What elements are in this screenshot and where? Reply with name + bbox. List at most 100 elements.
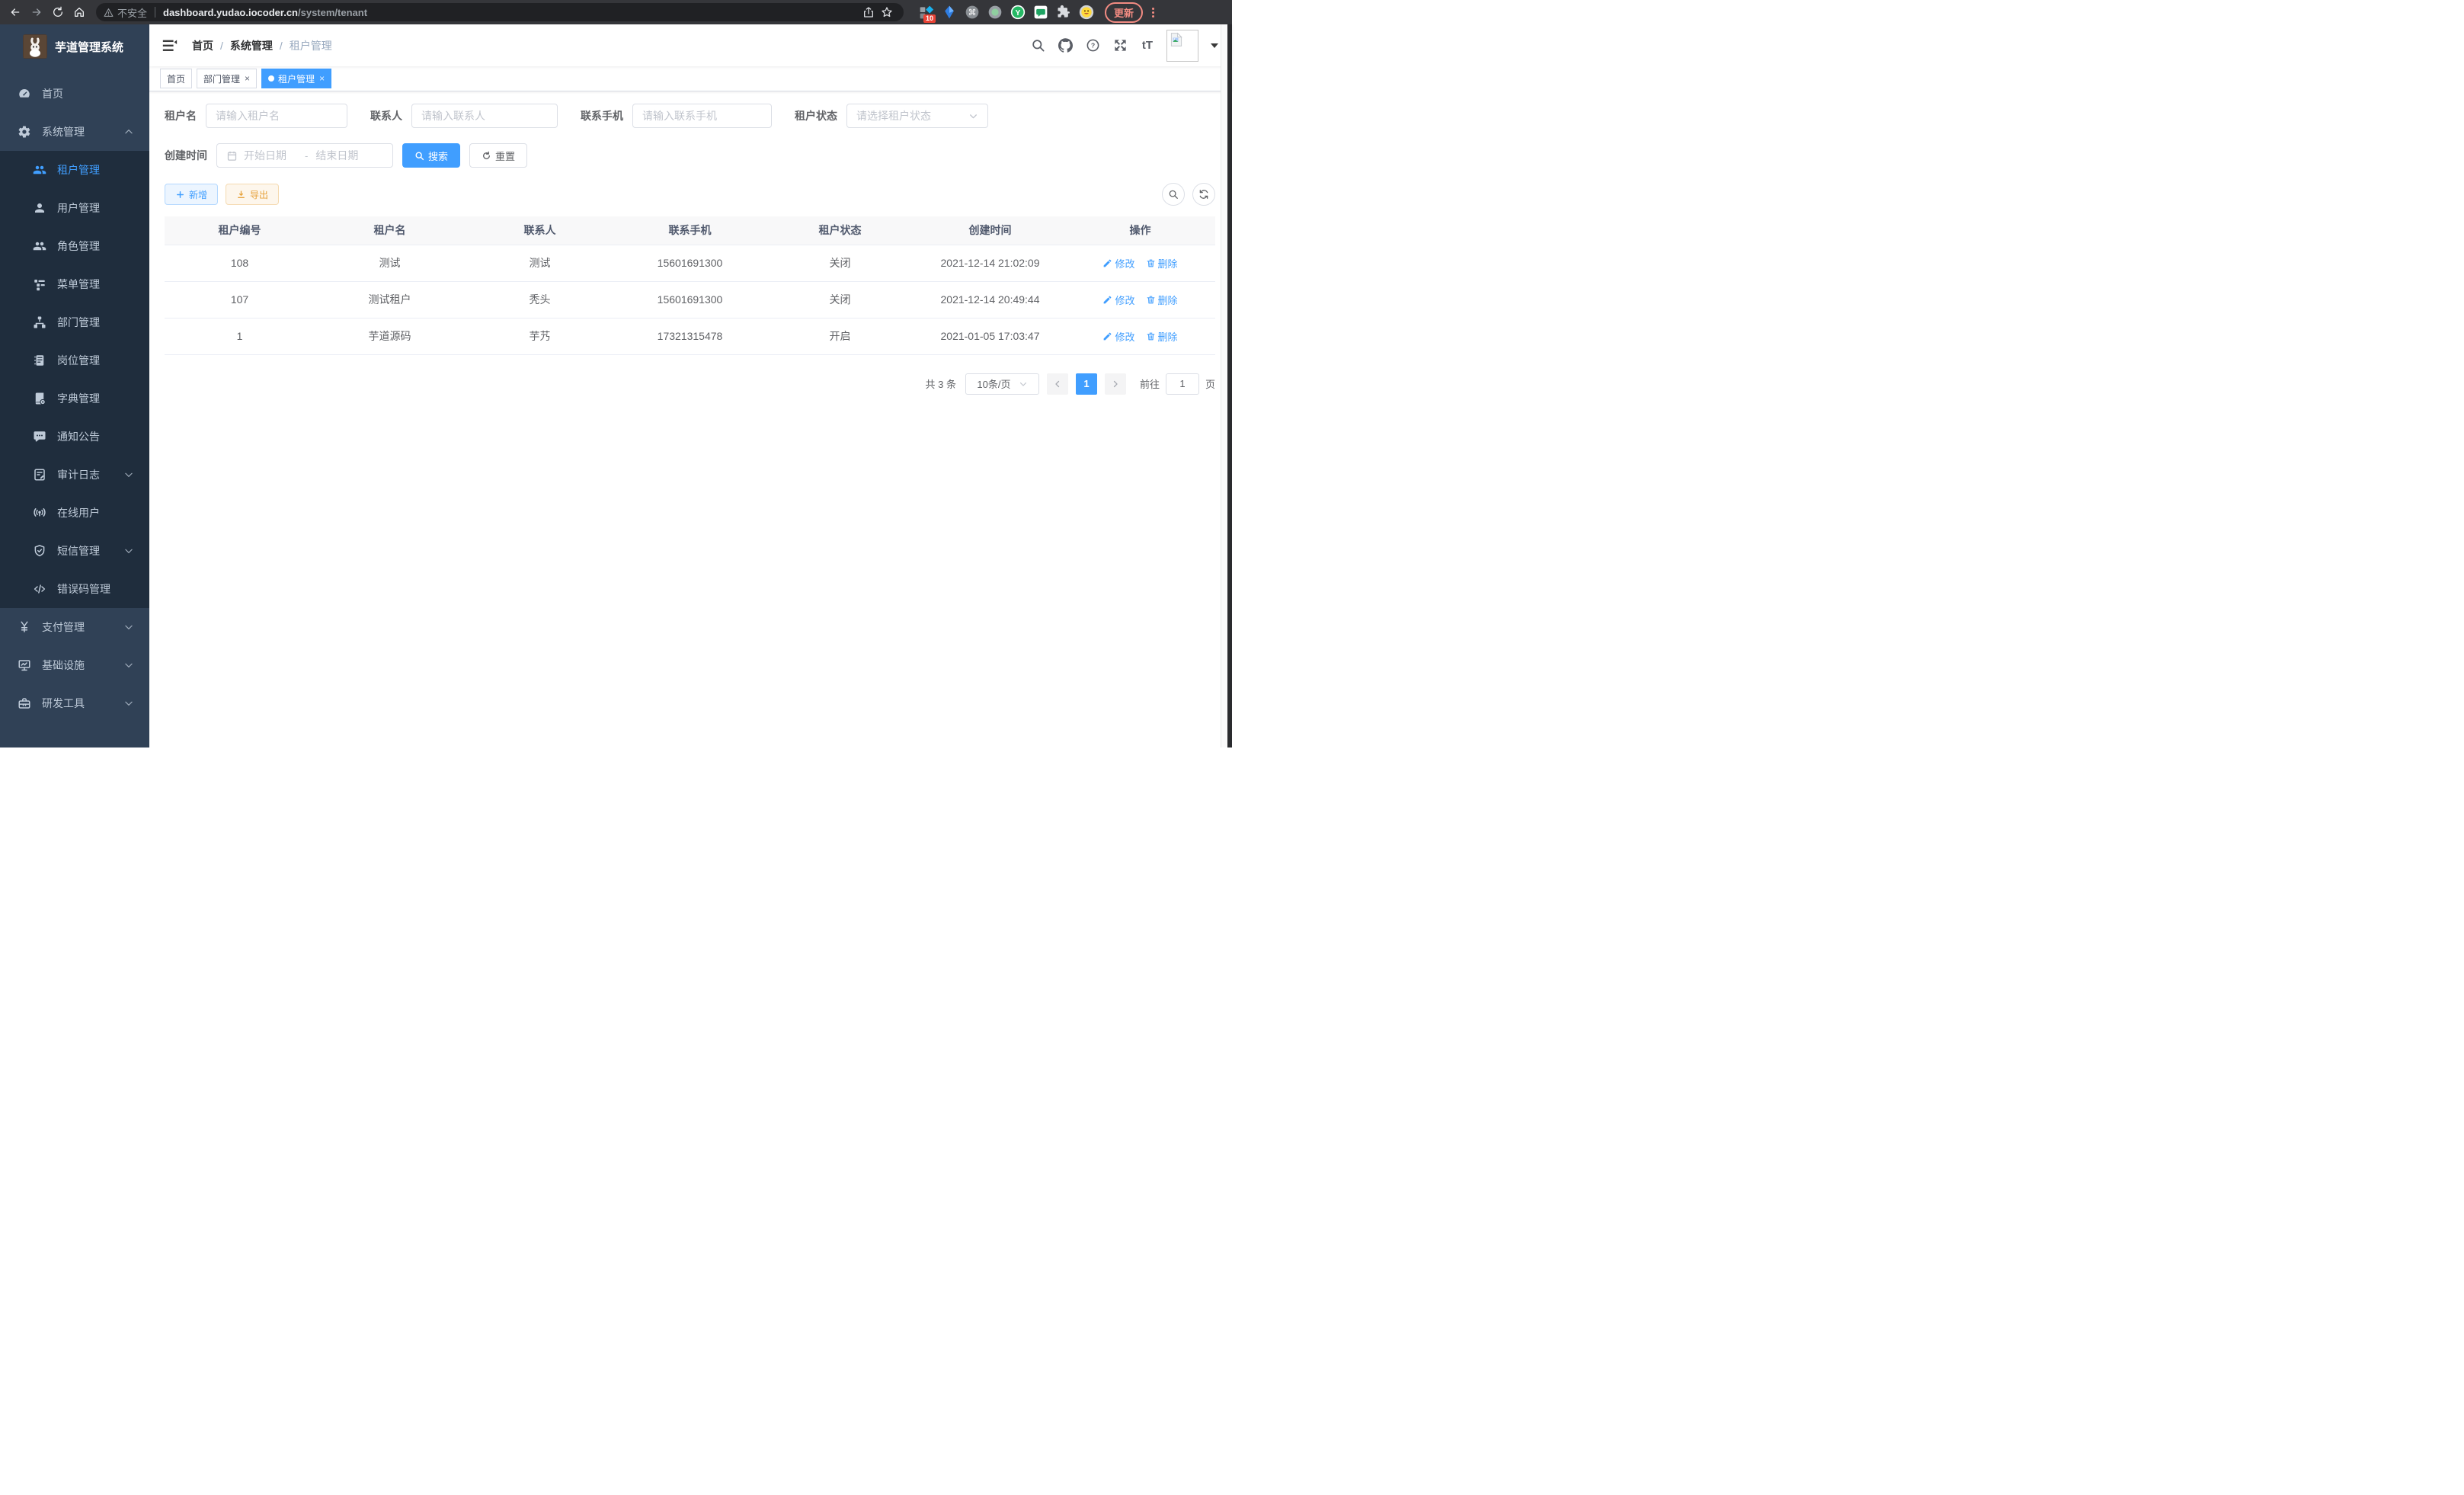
table-toolbar: 新增 导出 <box>165 183 1215 206</box>
table-cell: 15601691300 <box>615 281 765 318</box>
app-logo[interactable]: 芋道管理系统 <box>0 24 149 69</box>
sidebar-item-dev-tools[interactable]: 研发工具 <box>0 684 149 722</box>
share-icon[interactable] <box>859 3 878 21</box>
tab-label: 部门管理 <box>203 72 240 85</box>
home-icon[interactable] <box>70 3 88 21</box>
pagination-prev-button[interactable] <box>1047 373 1068 395</box>
date-range-picker[interactable]: - <box>216 143 393 168</box>
close-icon[interactable]: × <box>319 74 325 83</box>
extension-kite-icon[interactable] <box>942 5 957 20</box>
sidebar-item-audit-log[interactable]: 审计日志 <box>0 456 149 494</box>
extensions-puzzle-icon[interactable] <box>1056 5 1071 20</box>
pagination-next-button[interactable] <box>1105 373 1126 395</box>
status-label: 租户状态 <box>795 108 837 123</box>
sidebar-item-dept[interactable]: 部门管理 <box>0 303 149 341</box>
sidebar-item-online-user[interactable]: 在线用户 <box>0 494 149 532</box>
sidebar-item-label: 字典管理 <box>57 391 100 406</box>
row-actions: 修改删除 <box>1065 245 1215 281</box>
back-icon[interactable] <box>6 3 24 21</box>
sidebar-item-sms[interactable]: 短信管理 <box>0 532 149 570</box>
bookmark-star-icon[interactable] <box>878 3 896 21</box>
sidebar-item-infra[interactable]: 基础设施 <box>0 646 149 684</box>
tab-租户管理[interactable]: 租户管理× <box>261 69 331 88</box>
breadcrumb-system[interactable]: 系统管理 <box>230 38 273 53</box>
export-button[interactable]: 导出 <box>226 184 279 205</box>
font-size-icon[interactable]: tT <box>1139 37 1156 54</box>
breadcrumb: 首页 / 系统管理 / 租户管理 <box>192 38 332 53</box>
column-header: 创建时间 <box>915 216 1065 245</box>
table-cell: 2021-01-05 17:03:47 <box>915 318 1065 354</box>
sidebar-item-label: 岗位管理 <box>57 353 100 368</box>
user-avatar[interactable] <box>1166 30 1198 62</box>
delete-row-button[interactable]: 删除 <box>1146 293 1178 307</box>
tab-label: 首页 <box>167 72 185 85</box>
sidebar-item-notice[interactable]: 通知公告 <box>0 418 149 456</box>
scrollbar-track[interactable] <box>1221 24 1227 748</box>
tenant-name-input[interactable] <box>206 104 347 128</box>
fullscreen-icon[interactable] <box>1112 37 1128 54</box>
reload-icon[interactable] <box>49 3 67 21</box>
sidebar-item-label: 基础设施 <box>42 658 85 673</box>
search-button[interactable]: 搜索 <box>402 143 460 168</box>
extension-yuque-icon[interactable]: Y <box>1010 5 1026 20</box>
chevron-right-icon <box>1111 379 1120 389</box>
sidebar-item-home[interactable]: 首页 <box>0 75 149 113</box>
sidebar-item-error-code[interactable]: 错误码管理 <box>0 570 149 608</box>
table-header-row: 租户编号租户名联系人联系手机租户状态创建时间操作 <box>165 216 1215 245</box>
table-cell: 1 <box>165 318 315 354</box>
refresh-icon <box>482 151 491 161</box>
status-select[interactable]: 请选择租户状态 <box>846 104 988 128</box>
delete-row-button[interactable]: 删除 <box>1146 256 1178 271</box>
refresh-table-button[interactable] <box>1192 183 1215 206</box>
edit-row-button[interactable]: 修改 <box>1102 256 1134 271</box>
filter-row-1: 租户名 联系人 联系手机 租户状态 请选择租户状态 <box>165 104 1215 128</box>
table-cell: 秃头 <box>465 281 615 318</box>
sidebar-item-label: 部门管理 <box>57 315 100 330</box>
address-bar[interactable]: 不安全 dashboard.yudao.iocoder.cn/system/te… <box>96 3 904 21</box>
caret-down-icon[interactable] <box>1211 43 1218 48</box>
navbar: 首页 / 系统管理 / 租户管理 ? tT <box>149 24 1232 66</box>
sidebar-item-user[interactable]: 用户管理 <box>0 189 149 227</box>
edit-row-button[interactable]: 修改 <box>1102 293 1134 307</box>
hamburger-icon[interactable] <box>162 37 178 54</box>
help-icon[interactable]: ? <box>1084 37 1101 54</box>
sidebar-item-role[interactable]: 角色管理 <box>0 227 149 265</box>
show-search-button[interactable] <box>1162 183 1185 206</box>
extension-chat-icon[interactable] <box>1033 5 1048 20</box>
forward-icon[interactable] <box>27 3 46 21</box>
update-button[interactable]: 更新 <box>1105 2 1143 23</box>
edit-row-button[interactable]: 修改 <box>1102 329 1134 344</box>
browser-menu-icon[interactable] <box>1152 8 1154 18</box>
contact-input[interactable] <box>411 104 558 128</box>
search-icon[interactable] <box>1029 37 1046 54</box>
sidebar-item-pay[interactable]: 支付管理 <box>0 608 149 646</box>
reset-button[interactable]: 重置 <box>469 143 527 168</box>
goto-page-input[interactable] <box>1166 373 1199 395</box>
page-content: 租户名 联系人 联系手机 租户状态 请选择租户状态 <box>149 91 1232 748</box>
breadcrumb-home[interactable]: 首页 <box>192 38 213 53</box>
sidebar-item-post[interactable]: 岗位管理 <box>0 341 149 379</box>
column-header: 操作 <box>1065 216 1215 245</box>
sidebar-item-system[interactable]: 系统管理 <box>0 113 149 151</box>
tab-首页[interactable]: 首页 <box>160 69 192 88</box>
tab-部门管理[interactable]: 部门管理 × <box>197 69 257 88</box>
mobile-input[interactable] <box>632 104 772 128</box>
toolbox-icon <box>17 696 32 711</box>
github-icon[interactable] <box>1057 37 1074 54</box>
profile-emoji-icon[interactable] <box>1079 5 1094 20</box>
page-size-select[interactable]: 10条/页 <box>965 373 1039 395</box>
close-icon[interactable]: × <box>245 74 250 83</box>
add-button[interactable]: 新增 <box>165 184 218 205</box>
extension-command-icon[interactable]: ⌘ <box>965 5 980 20</box>
extension-squares-diamond-icon[interactable]: 10 <box>919 5 934 20</box>
security-warning[interactable]: 不安全 <box>104 5 147 20</box>
delete-row-button[interactable]: 删除 <box>1146 329 1178 344</box>
sidebar-item-dict[interactable]: 字典管理 <box>0 379 149 418</box>
svg-text:⌘: ⌘ <box>968 8 977 18</box>
sidebar-item-menu[interactable]: 菜单管理 <box>0 265 149 303</box>
sidebar-item-tenant[interactable]: 租户管理 <box>0 151 149 189</box>
extension-green-dot-icon[interactable] <box>987 5 1003 20</box>
pagination-page-1[interactable]: 1 <box>1076 373 1097 395</box>
gear-icon <box>17 124 32 139</box>
payment-yen-icon <box>17 619 32 635</box>
